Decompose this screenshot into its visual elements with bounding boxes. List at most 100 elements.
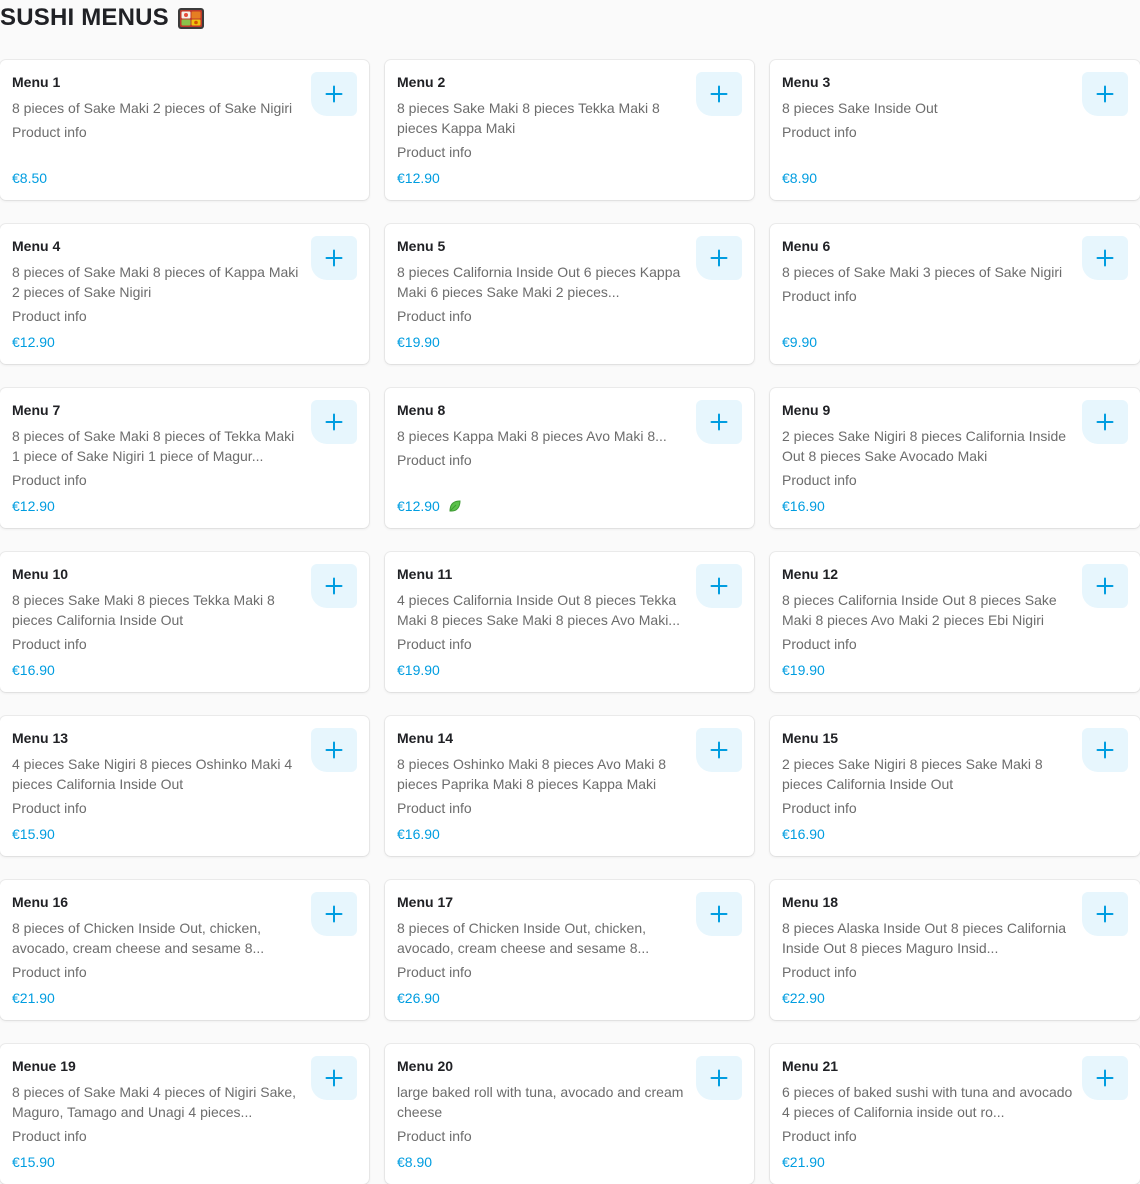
- menu-description: 8 pieces of Sake Maki 2 pieces of Sake N…: [12, 100, 293, 116]
- menu-card[interactable]: Menu 9 2 pieces Sake Nigiri 8 pieces Cal…: [770, 388, 1140, 528]
- add-to-cart-button[interactable]: [696, 72, 742, 116]
- menu-price-row: €16.90: [782, 496, 825, 516]
- menu-name: Menu 13: [12, 730, 69, 746]
- add-to-cart-button[interactable]: [1082, 72, 1128, 116]
- menu-card[interactable]: Menu 15 2 pieces Sake Nigiri 8 pieces Sa…: [770, 716, 1140, 856]
- product-info-link[interactable]: Product info: [12, 122, 357, 142]
- menu-card[interactable]: Menu 14 8 pieces Oshinko Maki 8 pieces A…: [385, 716, 754, 856]
- product-info-link[interactable]: Product info: [397, 142, 742, 162]
- menu-card[interactable]: Menu 8 8 pieces Kappa Maki 8 pieces Avo …: [385, 388, 754, 528]
- menu-card[interactable]: Menu 11 4 pieces California Inside Out 8…: [385, 552, 754, 692]
- add-to-cart-button[interactable]: [696, 400, 742, 444]
- menu-description: 8 pieces of Sake Maki 4 pieces of Nigiri…: [12, 1084, 297, 1120]
- product-info-link[interactable]: Product info: [397, 634, 742, 654]
- menu-name: Menu 21: [782, 1058, 839, 1074]
- menu-description: 8 pieces of Sake Maki 8 pieces of Tekka …: [12, 428, 295, 464]
- product-info-link[interactable]: Product info: [12, 798, 357, 818]
- product-info-link[interactable]: Product info: [782, 962, 1128, 982]
- product-info-link[interactable]: Product info: [397, 1126, 742, 1146]
- product-info-link[interactable]: Product info: [397, 450, 742, 470]
- add-to-cart-button[interactable]: [696, 892, 742, 936]
- product-info-link[interactable]: Product info: [397, 962, 742, 982]
- plus-icon: [1096, 249, 1114, 267]
- add-to-cart-button[interactable]: [1082, 564, 1128, 608]
- menu-description: 8 pieces Oshinko Maki 8 pieces Avo Maki …: [397, 756, 666, 792]
- menu-name: Menu 15: [782, 730, 839, 746]
- menu-card[interactable]: Menu 17 8 pieces of Chicken Inside Out, …: [385, 880, 754, 1020]
- plus-icon: [710, 577, 728, 595]
- menu-price: €15.90: [12, 1154, 55, 1170]
- menu-card[interactable]: Menu 4 8 pieces of Sake Maki 8 pieces of…: [0, 224, 369, 364]
- menu-name: Menu 11: [397, 566, 453, 582]
- add-to-cart-button[interactable]: [311, 236, 357, 280]
- product-info-link[interactable]: Product info: [12, 962, 357, 982]
- product-info-link[interactable]: Product info: [12, 470, 357, 490]
- menu-grid: Menu 1 8 pieces of Sake Maki 2 pieces of…: [0, 60, 1140, 1184]
- menu-card[interactable]: Menu 1 8 pieces of Sake Maki 2 pieces of…: [0, 60, 369, 200]
- menu-price: €15.90: [12, 826, 55, 842]
- menu-price-row: €19.90: [397, 660, 440, 680]
- menu-card[interactable]: Menu 10 8 pieces Sake Maki 8 pieces Tekk…: [0, 552, 369, 692]
- product-info-link[interactable]: Product info: [12, 634, 357, 654]
- add-to-cart-button[interactable]: [696, 728, 742, 772]
- menu-name: Menu 1: [12, 74, 61, 90]
- menu-card[interactable]: Menu 16 8 pieces of Chicken Inside Out, …: [0, 880, 369, 1020]
- menu-card[interactable]: Menu 13 4 pieces Sake Nigiri 8 pieces Os…: [0, 716, 369, 856]
- plus-icon: [710, 905, 728, 923]
- menu-card[interactable]: Menu 18 8 pieces Alaska Inside Out 8 pie…: [770, 880, 1140, 1020]
- add-to-cart-button[interactable]: [1082, 728, 1128, 772]
- add-to-cart-button[interactable]: [696, 1056, 742, 1100]
- add-to-cart-button[interactable]: [696, 564, 742, 608]
- menu-price-row: €16.90: [12, 660, 55, 680]
- add-to-cart-button[interactable]: [1082, 236, 1128, 280]
- menu-description: 8 pieces of Chicken Inside Out, chicken,…: [397, 920, 650, 956]
- menu-price: €12.90: [397, 498, 440, 514]
- menu-card[interactable]: Menu 21 6 pieces of baked sushi with tun…: [770, 1044, 1140, 1184]
- menu-description: 8 pieces of Sake Maki 3 pieces of Sake N…: [782, 264, 1063, 280]
- product-info-link[interactable]: Product info: [782, 634, 1128, 654]
- add-to-cart-button[interactable]: [1082, 892, 1128, 936]
- menu-card[interactable]: Menu 5 8 pieces California Inside Out 6 …: [385, 224, 754, 364]
- menu-price-row: €8.90: [782, 168, 817, 188]
- menu-card[interactable]: Menu 3 8 pieces Sake Inside Out Product …: [770, 60, 1140, 200]
- menu-price-row: €15.90: [12, 824, 55, 844]
- add-to-cart-button[interactable]: [311, 1056, 357, 1100]
- product-info-link[interactable]: Product info: [397, 798, 742, 818]
- add-to-cart-button[interactable]: [1082, 1056, 1128, 1100]
- plus-icon: [710, 1069, 728, 1087]
- add-to-cart-button[interactable]: [311, 892, 357, 936]
- add-to-cart-button[interactable]: [696, 236, 742, 280]
- menu-card[interactable]: Menu 2 8 pieces Sake Maki 8 pieces Tekka…: [385, 60, 754, 200]
- menu-price-row: €15.90: [12, 1152, 55, 1172]
- menu-card[interactable]: Menu 6 8 pieces of Sake Maki 3 pieces of…: [770, 224, 1140, 364]
- menu-card[interactable]: Menue 19 8 pieces of Sake Maki 4 pieces …: [0, 1044, 369, 1184]
- menu-price: €26.90: [397, 990, 440, 1006]
- product-info-link[interactable]: Product info: [782, 470, 1128, 490]
- menu-name: Menu 9: [782, 402, 831, 418]
- add-to-cart-button[interactable]: [311, 728, 357, 772]
- menu-card[interactable]: Menu 20 large baked roll with tuna, avoc…: [385, 1044, 754, 1184]
- menu-card[interactable]: Menu 7 8 pieces of Sake Maki 8 pieces of…: [0, 388, 369, 528]
- add-to-cart-button[interactable]: [311, 564, 357, 608]
- add-to-cart-button[interactable]: [1082, 400, 1128, 444]
- add-to-cart-button[interactable]: [311, 72, 357, 116]
- menu-price-row: €21.90: [782, 1152, 825, 1172]
- product-info-link[interactable]: Product info: [782, 122, 1128, 142]
- menu-description: 8 pieces of Sake Maki 8 pieces of Kappa …: [12, 264, 299, 300]
- menu-card[interactable]: Menu 12 8 pieces California Inside Out 8…: [770, 552, 1140, 692]
- plus-icon: [1096, 905, 1114, 923]
- product-info-link[interactable]: Product info: [12, 1126, 357, 1146]
- menu-price: €16.90: [12, 662, 55, 678]
- menu-price: €12.90: [12, 498, 55, 514]
- product-info-link[interactable]: Product info: [397, 306, 742, 326]
- menu-price: €16.90: [397, 826, 440, 842]
- product-info-link[interactable]: Product info: [782, 1126, 1128, 1146]
- product-info-link[interactable]: Product info: [782, 798, 1128, 818]
- product-info-link[interactable]: Product info: [782, 286, 1128, 306]
- menu-name: Menu 10: [12, 566, 69, 582]
- add-to-cart-button[interactable]: [311, 400, 357, 444]
- plus-icon: [710, 413, 728, 431]
- menu-price: €22.90: [782, 990, 825, 1006]
- vegetarian-leaf-icon: [449, 500, 461, 512]
- product-info-link[interactable]: Product info: [12, 306, 357, 326]
